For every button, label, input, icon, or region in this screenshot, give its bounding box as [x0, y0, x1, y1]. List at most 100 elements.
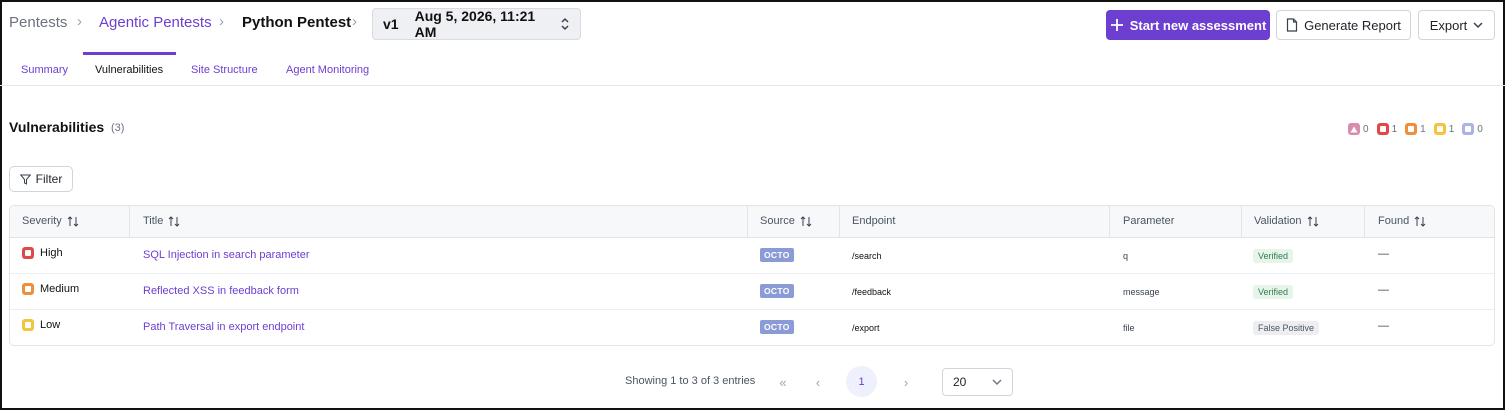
- severity-count-low: 1: [1433, 123, 1454, 135]
- tab-site-structure[interactable]: Site Structure: [191, 64, 258, 76]
- vulnerabilities-table: Severity Title Source Endpoint Parameter…: [9, 205, 1495, 346]
- sort-icon: [67, 215, 79, 227]
- parameter-cell: file: [1123, 323, 1135, 333]
- square-icon: [1433, 123, 1446, 135]
- header-severity[interactable]: Severity: [22, 215, 79, 227]
- severity-cell: Medium: [22, 283, 79, 295]
- page-size-value: 20: [953, 375, 967, 389]
- column-divider: [1109, 206, 1110, 238]
- sort-icon: [1307, 215, 1318, 227]
- source-badge: OCTO: [760, 248, 794, 262]
- filter-label: Filter: [35, 172, 63, 186]
- chevron-down-icon: [1473, 22, 1483, 29]
- triangle-icon: [1348, 123, 1360, 135]
- first-page-icon[interactable]: «: [768, 368, 798, 396]
- source-badge: OCTO: [760, 284, 794, 298]
- endpoint-cell: /feedback: [852, 287, 892, 297]
- header-validation[interactable]: Validation: [1254, 215, 1319, 227]
- vulnerability-title-link[interactable]: Path Traversal in export endpoint: [143, 321, 304, 333]
- column-divider: [839, 206, 840, 238]
- column-divider: [747, 206, 748, 238]
- high-severity-icon: [22, 247, 34, 259]
- severity-count-value: 0: [1477, 123, 1483, 135]
- page-number-current[interactable]: 1: [846, 366, 877, 397]
- sort-icon: [800, 215, 812, 227]
- filter-icon: [19, 174, 31, 185]
- table-row[interactable]: Low Path Traversal in export endpoint OC…: [10, 310, 1494, 345]
- export-dropdown[interactable]: Export: [1418, 10, 1495, 40]
- header-label: Found: [1378, 215, 1410, 227]
- chevron-right-icon: ›: [219, 13, 224, 30]
- found-cell: —: [1378, 284, 1389, 296]
- version-label: v1: [383, 16, 399, 32]
- tab-agent-monitoring[interactable]: Agent Monitoring: [286, 64, 369, 76]
- chevron-up-down-icon: [561, 17, 569, 31]
- severity-label: Low: [40, 319, 61, 331]
- generate-report-label: Generate Report: [1304, 17, 1401, 33]
- header-label: Title: [143, 215, 164, 227]
- page-size-select[interactable]: 20: [942, 368, 1013, 396]
- section-title: Vulnerabilities: [9, 119, 105, 135]
- header-label: Endpoint: [852, 215, 896, 227]
- sort-icon: [169, 215, 180, 227]
- breadcrumb-agentic-pentests[interactable]: Agentic Pentests: [99, 14, 212, 31]
- chevron-right-icon: ›: [77, 13, 82, 30]
- severity-cell: High: [22, 247, 63, 259]
- medium-severity-icon: [22, 283, 34, 295]
- table-row[interactable]: Medium Reflected XSS in feedback form OC…: [10, 274, 1494, 310]
- table-row[interactable]: High SQL Injection in search parameter O…: [10, 238, 1494, 274]
- header-source[interactable]: Source: [760, 215, 812, 227]
- start-new-assessment-label: Start new assessment: [1129, 17, 1267, 33]
- severity-cell: Low: [22, 319, 60, 331]
- header-found[interactable]: Found: [1378, 215, 1426, 227]
- column-divider: [1241, 206, 1242, 238]
- tab-summary[interactable]: Summary: [21, 64, 68, 76]
- found-cell: —: [1378, 248, 1389, 260]
- header-title[interactable]: Title: [143, 215, 180, 227]
- severity-count-info: 0: [1462, 123, 1483, 135]
- table-header: Severity Title Source Endpoint Parameter…: [10, 206, 1494, 238]
- validation-badge: Verified: [1253, 285, 1294, 299]
- severity-count-critical: 0: [1348, 123, 1369, 135]
- breadcrumb-current: Python Pentest: [242, 14, 352, 31]
- column-divider: [1364, 206, 1365, 238]
- found-cell: —: [1378, 320, 1389, 332]
- generate-report-button[interactable]: Generate Report: [1276, 10, 1411, 40]
- severity-count-value: 1: [1391, 123, 1398, 135]
- column-divider: [129, 206, 130, 238]
- export-label: Export: [1429, 17, 1468, 33]
- previous-page-icon[interactable]: ‹: [803, 368, 833, 396]
- square-icon: [1376, 123, 1389, 135]
- header-parameter: Parameter: [1123, 215, 1174, 227]
- endpoint-cell: /export: [852, 323, 880, 333]
- next-page-icon[interactable]: ›: [891, 368, 921, 396]
- section-count: (3): [111, 122, 125, 134]
- severity-count-value: 0: [1363, 123, 1369, 135]
- version-select[interactable]: v1 Aug 5, 2026, 11:21 AM: [372, 8, 581, 40]
- header: Pentests › Agentic Pentests › Python Pen…: [0, 0, 1505, 52]
- header-label: Source: [760, 215, 795, 227]
- square-icon: [1462, 123, 1475, 135]
- validation-badge: False Positive: [1253, 321, 1320, 335]
- version-date: Aug 5, 2026, 11:21 AM: [414, 8, 536, 40]
- tab-vulnerabilities[interactable]: Vulnerabilities: [95, 64, 163, 76]
- filter-button[interactable]: Filter: [9, 166, 73, 192]
- sort-icon: [1414, 215, 1426, 227]
- severity-label: High: [40, 247, 63, 259]
- start-new-assessment-button[interactable]: Start new assessment: [1106, 10, 1270, 40]
- vulnerability-title-link[interactable]: SQL Injection in search parameter: [143, 249, 310, 261]
- low-severity-icon: [22, 319, 34, 331]
- validation-badge: Verified: [1253, 249, 1294, 263]
- header-label: Parameter: [1123, 215, 1175, 227]
- severity-label: Medium: [40, 283, 80, 295]
- plus-icon: [1110, 19, 1123, 31]
- endpoint-cell: /search: [852, 251, 882, 261]
- header-label: Severity: [22, 215, 62, 227]
- header-label: Validation: [1254, 215, 1302, 227]
- breadcrumb-pentests[interactable]: Pentests: [9, 14, 67, 31]
- file-icon: [1286, 18, 1298, 32]
- parameter-cell: message: [1123, 287, 1160, 297]
- square-icon: [1405, 123, 1418, 135]
- source-badge: OCTO: [760, 320, 794, 334]
- vulnerability-title-link[interactable]: Reflected XSS in feedback form: [143, 285, 299, 297]
